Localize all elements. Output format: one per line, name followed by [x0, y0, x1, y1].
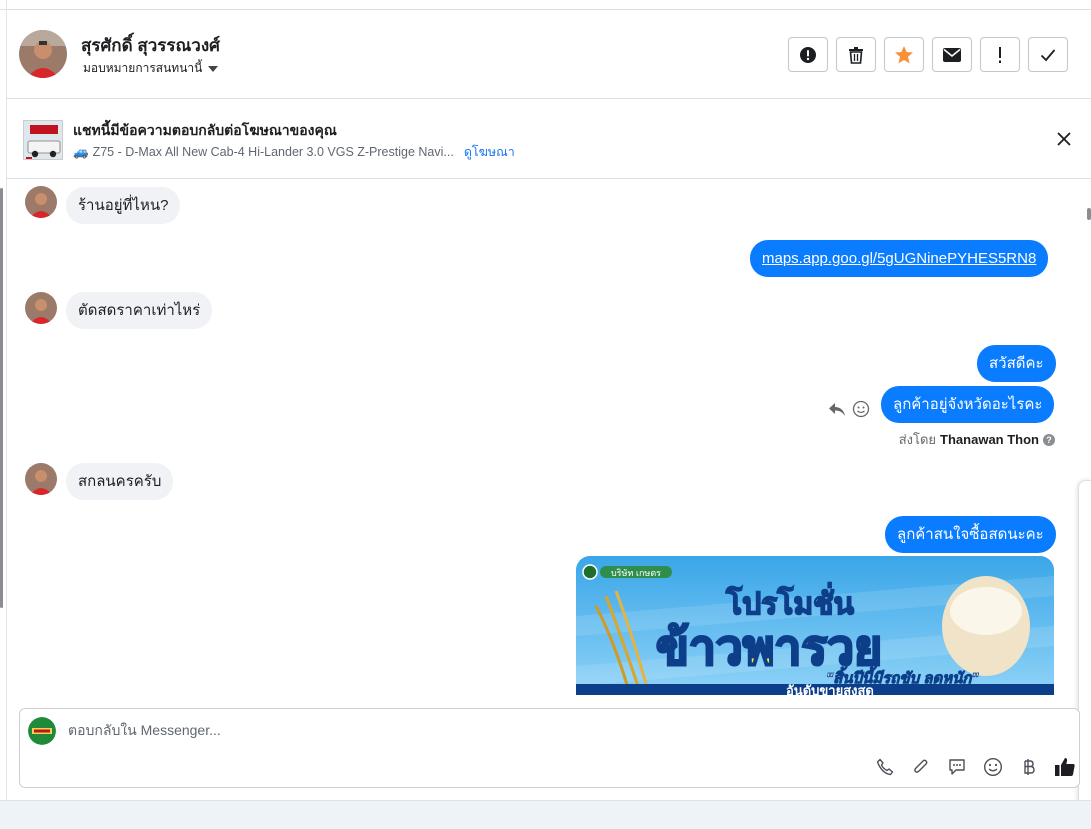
incoming-message: ร้านอยู่ที่ไหน? — [66, 187, 181, 224]
sent-by-prefix: ส่งโดย — [898, 432, 937, 447]
smiley-icon — [983, 757, 1003, 777]
promo-page-label: บริษัท เกษตร — [611, 568, 661, 578]
reply-input[interactable] — [68, 722, 848, 738]
attach-button[interactable] — [909, 755, 933, 779]
report-spam-button[interactable] — [788, 37, 828, 72]
ad-banner-title: แชทนี้มีข้อความตอบกลับต่อโฆษณาของคุณ — [73, 122, 337, 138]
contact-avatar[interactable] — [19, 30, 67, 78]
ad-name: Z75 - D-Max All New Cab-4 Hi-Lander 3.0 … — [92, 145, 454, 159]
follow-up-button[interactable] — [980, 37, 1020, 72]
exclamation-icon — [999, 46, 1001, 63]
phone-icon — [876, 758, 894, 776]
ad-thumbnail[interactable] — [23, 120, 63, 160]
mark-unread-button[interactable] — [932, 37, 972, 72]
envelope-icon — [943, 47, 961, 62]
delete-button[interactable] — [836, 37, 876, 72]
outgoing-message: ลูกค้าสนใจซื้อสดนะคะ — [885, 516, 1056, 553]
outgoing-message: สวัสดีคะ — [977, 345, 1056, 382]
sender-avatar[interactable] — [25, 292, 57, 324]
like-button[interactable] — [1053, 755, 1077, 779]
promo-image-attachment[interactable]: บริษัท เกษตร โปรโมชั่น ข้าวพารวย "สิ้นปี… — [576, 556, 1054, 695]
ad-reply-banner: แชทนี้มีข้อความตอบกลับต่อโฆษณาของคุณ 🚙 Z… — [7, 100, 1091, 179]
emoji-button[interactable] — [981, 755, 1005, 779]
conversation-header: สุรศักดิ์ สุวรรณวงศ์ มอบหมายการสนทนานี้ — [7, 10, 1091, 99]
incoming-message: สกลนครครับ — [66, 463, 174, 500]
saved-replies-button[interactable] — [945, 755, 969, 779]
left-scrollbar[interactable] — [0, 188, 3, 608]
outgoing-message: maps.app.goo.gl/5gUGNinePYHES5RN8 — [750, 240, 1049, 277]
message-hover-actions — [828, 400, 870, 418]
page-avatar — [28, 717, 56, 745]
assign-label: มอบหมายการสนทนานี้ — [83, 61, 203, 75]
close-ad-banner-button[interactable] — [1055, 130, 1073, 148]
promo-title: ข้าวพารวย — [656, 622, 882, 675]
close-icon — [1057, 132, 1071, 146]
car-icon: 🚙 — [73, 144, 89, 159]
contact-name: สุรศักดิ์ สุวรรณวงศ์ — [81, 36, 220, 55]
sender-avatar[interactable] — [25, 463, 57, 495]
view-ad-link[interactable]: ดูโฆษณา — [464, 142, 515, 162]
promo-heading: โปรโมชั่น — [725, 582, 855, 621]
payment-button[interactable] — [1017, 755, 1041, 779]
message-composer — [19, 708, 1080, 788]
composer-toolbar — [873, 755, 1077, 779]
checkmark-icon — [1040, 48, 1056, 61]
bottom-strip — [0, 800, 1091, 829]
chat-bubble-icon — [949, 759, 965, 775]
baht-icon — [1024, 759, 1035, 775]
ad-banner-subtitle: 🚙 Z75 - D-Max All New Cab-4 Hi-Lander 3.… — [73, 142, 515, 162]
star-button[interactable] — [884, 37, 924, 72]
trash-icon — [849, 46, 863, 64]
paperclip-icon — [914, 759, 928, 773]
sender-avatar[interactable] — [25, 186, 57, 218]
star-icon — [895, 45, 913, 63]
incoming-message: ตัดสดราคาเท่าไหร่ — [66, 292, 213, 329]
sent-by-label: ส่งโดย Thanawan Thon ? — [899, 429, 1055, 450]
assign-conversation-dropdown[interactable]: มอบหมายการสนทนานี้ — [83, 59, 219, 78]
alert-circle-icon — [800, 46, 816, 63]
help-icon[interactable]: ? — [1043, 433, 1055, 446]
react-emoji-icon[interactable] — [852, 400, 870, 418]
caret-down-icon — [208, 65, 219, 72]
mark-done-button[interactable] — [1028, 37, 1068, 72]
call-button[interactable] — [873, 755, 897, 779]
outgoing-message: ลูกค้าอยู่จังหวัดอะไรคะ — [881, 386, 1055, 423]
thumbs-up-icon — [1055, 758, 1075, 776]
reply-icon[interactable] — [828, 400, 846, 418]
sent-by-name: Thanawan Thon — [940, 432, 1039, 447]
header-actions — [788, 37, 1068, 72]
maps-link[interactable]: maps.app.goo.gl/5gUGNinePYHES5RN8 — [762, 250, 1036, 267]
promo-bottom-text: อันดับขายสูงสุด — [786, 683, 874, 695]
